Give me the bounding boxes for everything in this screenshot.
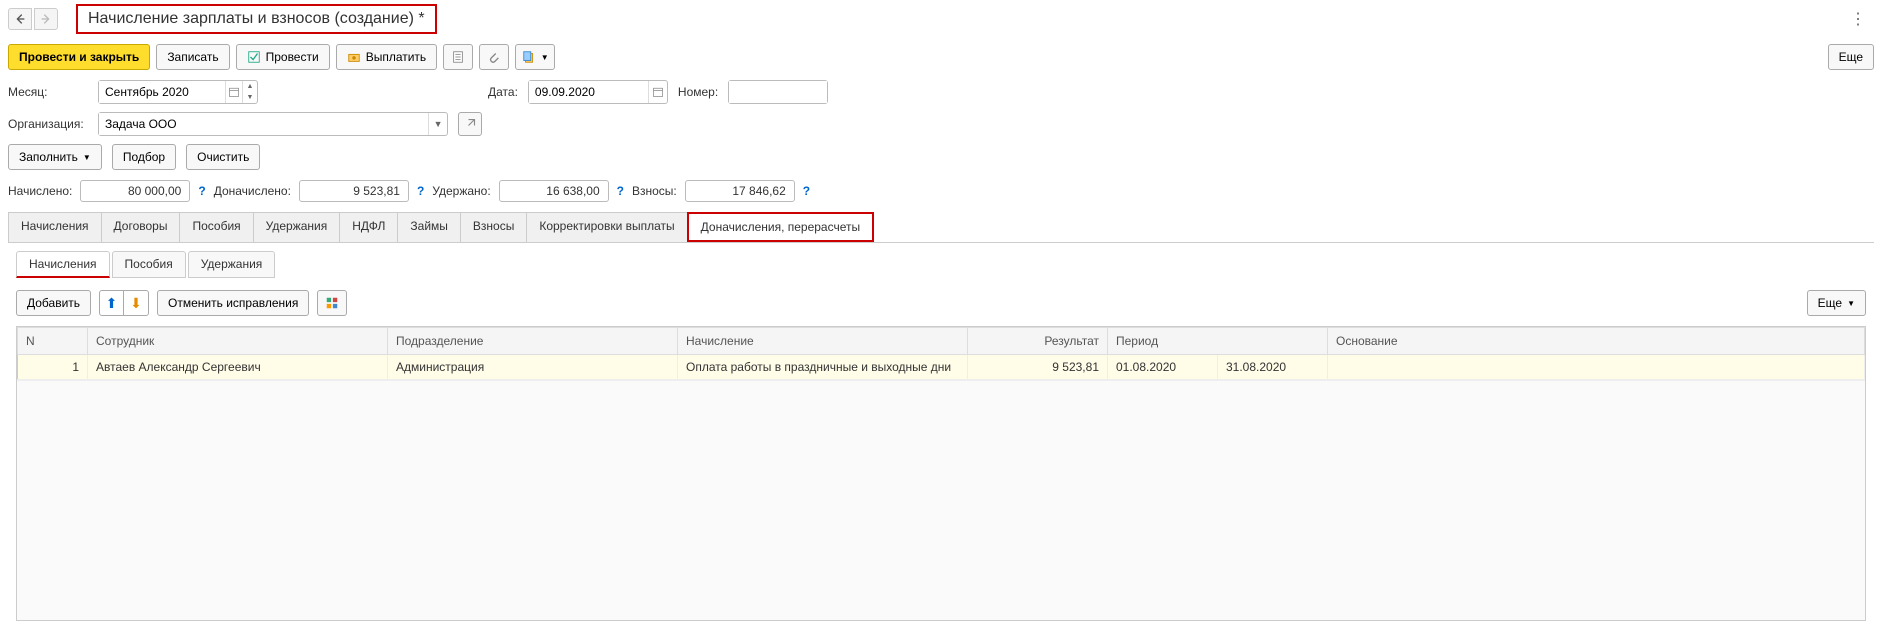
- help-icon[interactable]: ?: [617, 184, 624, 198]
- cell-period-to[interactable]: 31.08.2020: [1218, 355, 1328, 380]
- attach-button[interactable]: [479, 44, 509, 70]
- number-input[interactable]: [729, 81, 827, 103]
- dropdown-caret-icon: ▼: [83, 153, 91, 162]
- col-n[interactable]: N: [18, 328, 88, 355]
- page-title: Начисление зарплаты и взносов (создание)…: [76, 4, 437, 34]
- clear-button[interactable]: Очистить: [186, 144, 260, 170]
- open-icon: [464, 118, 476, 130]
- tab-contributions[interactable]: Взносы: [460, 212, 527, 242]
- help-icon[interactable]: ?: [417, 184, 424, 198]
- subtab-accruals[interactable]: Начисления: [16, 251, 110, 278]
- tab-withholdings[interactable]: Удержания: [253, 212, 341, 242]
- pay-button-label: Выплатить: [366, 50, 427, 64]
- pay-icon: [347, 50, 361, 64]
- more-button-label: Еще: [1839, 50, 1863, 64]
- table-empty-area: [17, 380, 1865, 620]
- create-based-button[interactable]: ▼: [515, 44, 555, 70]
- addl-value: 9 523,81: [299, 180, 409, 202]
- number-label: Номер:: [678, 85, 718, 99]
- contrib-value: 17 846,62: [685, 180, 795, 202]
- org-open-button[interactable]: [458, 112, 482, 136]
- menu-kebab-icon[interactable]: ⋮: [1842, 5, 1874, 33]
- grid-icon: [325, 296, 339, 310]
- tab-accruals[interactable]: Начисления: [8, 212, 102, 242]
- calendar-icon[interactable]: [225, 81, 242, 103]
- post-button-label: Провести: [266, 50, 319, 64]
- accrued-label: Начислено:: [8, 184, 72, 198]
- write-button[interactable]: Записать: [156, 44, 229, 70]
- inner-more-label: Еще: [1818, 296, 1842, 310]
- add-row-button[interactable]: Добавить: [16, 290, 91, 316]
- tab-loans[interactable]: Займы: [397, 212, 461, 242]
- cell-n[interactable]: 1: [18, 355, 88, 380]
- col-period[interactable]: Период: [1108, 328, 1328, 355]
- cell-dept[interactable]: Администрация: [388, 355, 678, 380]
- col-accrual[interactable]: Начисление: [678, 328, 968, 355]
- addl-label: Доначислено:: [214, 184, 291, 198]
- dropdown-caret-icon[interactable]: ▼: [428, 113, 447, 135]
- col-dept[interactable]: Подразделение: [388, 328, 678, 355]
- help-icon[interactable]: ?: [198, 184, 205, 198]
- cell-result[interactable]: 9 523,81: [968, 355, 1108, 380]
- dropdown-caret-icon: ▼: [1847, 299, 1855, 308]
- move-down-button[interactable]: ⬇: [124, 291, 148, 315]
- cancel-fixes-button[interactable]: Отменить исправления: [157, 290, 309, 316]
- nav-back-button[interactable]: [8, 8, 32, 30]
- calendar-icon[interactable]: [648, 81, 667, 103]
- fill-button-label: Заполнить: [19, 150, 78, 164]
- col-employee[interactable]: Сотрудник: [88, 328, 388, 355]
- col-result[interactable]: Результат: [968, 328, 1108, 355]
- date-input[interactable]: [529, 81, 648, 103]
- month-input[interactable]: [99, 81, 225, 103]
- dropdown-caret-icon: ▼: [541, 53, 549, 62]
- arrow-right-icon: [39, 12, 53, 26]
- accrued-value: 80 000,00: [80, 180, 190, 202]
- move-up-button[interactable]: ⬆: [100, 291, 124, 315]
- tab-benefits[interactable]: Пособия: [179, 212, 253, 242]
- table-row[interactable]: 1 Автаев Александр Сергеевич Администрац…: [18, 355, 1865, 380]
- month-up-button[interactable]: ▲: [243, 81, 257, 92]
- withheld-label: Удержано:: [432, 184, 490, 198]
- more-button[interactable]: Еще: [1828, 44, 1874, 70]
- arrow-left-icon: [13, 12, 27, 26]
- withheld-value: 16 638,00: [499, 180, 609, 202]
- tab-contracts[interactable]: Договоры: [101, 212, 181, 242]
- help-icon[interactable]: ?: [803, 184, 810, 198]
- reports-button[interactable]: [443, 44, 473, 70]
- post-and-close-button[interactable]: Провести и закрыть: [8, 44, 150, 70]
- month-down-button[interactable]: ▼: [243, 92, 257, 103]
- tab-payment-corrections[interactable]: Корректировки выплаты: [526, 212, 687, 242]
- post-icon: [247, 50, 261, 64]
- col-basis[interactable]: Основание: [1328, 328, 1865, 355]
- subtab-benefits[interactable]: Пособия: [112, 251, 186, 278]
- post-button[interactable]: Провести: [236, 44, 330, 70]
- month-label: Месяц:: [8, 85, 88, 99]
- grid-settings-button[interactable]: [317, 290, 347, 316]
- date-label: Дата:: [488, 85, 518, 99]
- contrib-label: Взносы:: [632, 184, 677, 198]
- fill-button[interactable]: Заполнить ▼: [8, 144, 102, 170]
- tab-additional-accruals[interactable]: Доначисления, перерасчеты: [687, 212, 874, 242]
- inner-more-button[interactable]: Еще ▼: [1807, 290, 1866, 316]
- cell-basis[interactable]: [1328, 355, 1865, 380]
- cell-employee[interactable]: Автаев Александр Сергеевич: [88, 355, 388, 380]
- tab-ndfl[interactable]: НДФЛ: [339, 212, 398, 242]
- nav-forward-button[interactable]: [34, 8, 58, 30]
- org-input[interactable]: [99, 113, 428, 135]
- pay-button[interactable]: Выплатить: [336, 44, 438, 70]
- copy-icon: [522, 50, 536, 64]
- pick-button[interactable]: Подбор: [112, 144, 176, 170]
- cell-period-from[interactable]: 01.08.2020: [1108, 355, 1218, 380]
- subtab-withholdings[interactable]: Удержания: [188, 251, 276, 278]
- cell-accrual[interactable]: Оплата работы в праздничные и выходные д…: [678, 355, 968, 380]
- document-icon: [451, 50, 465, 64]
- paperclip-icon: [487, 50, 501, 64]
- org-label: Организация:: [8, 117, 88, 131]
